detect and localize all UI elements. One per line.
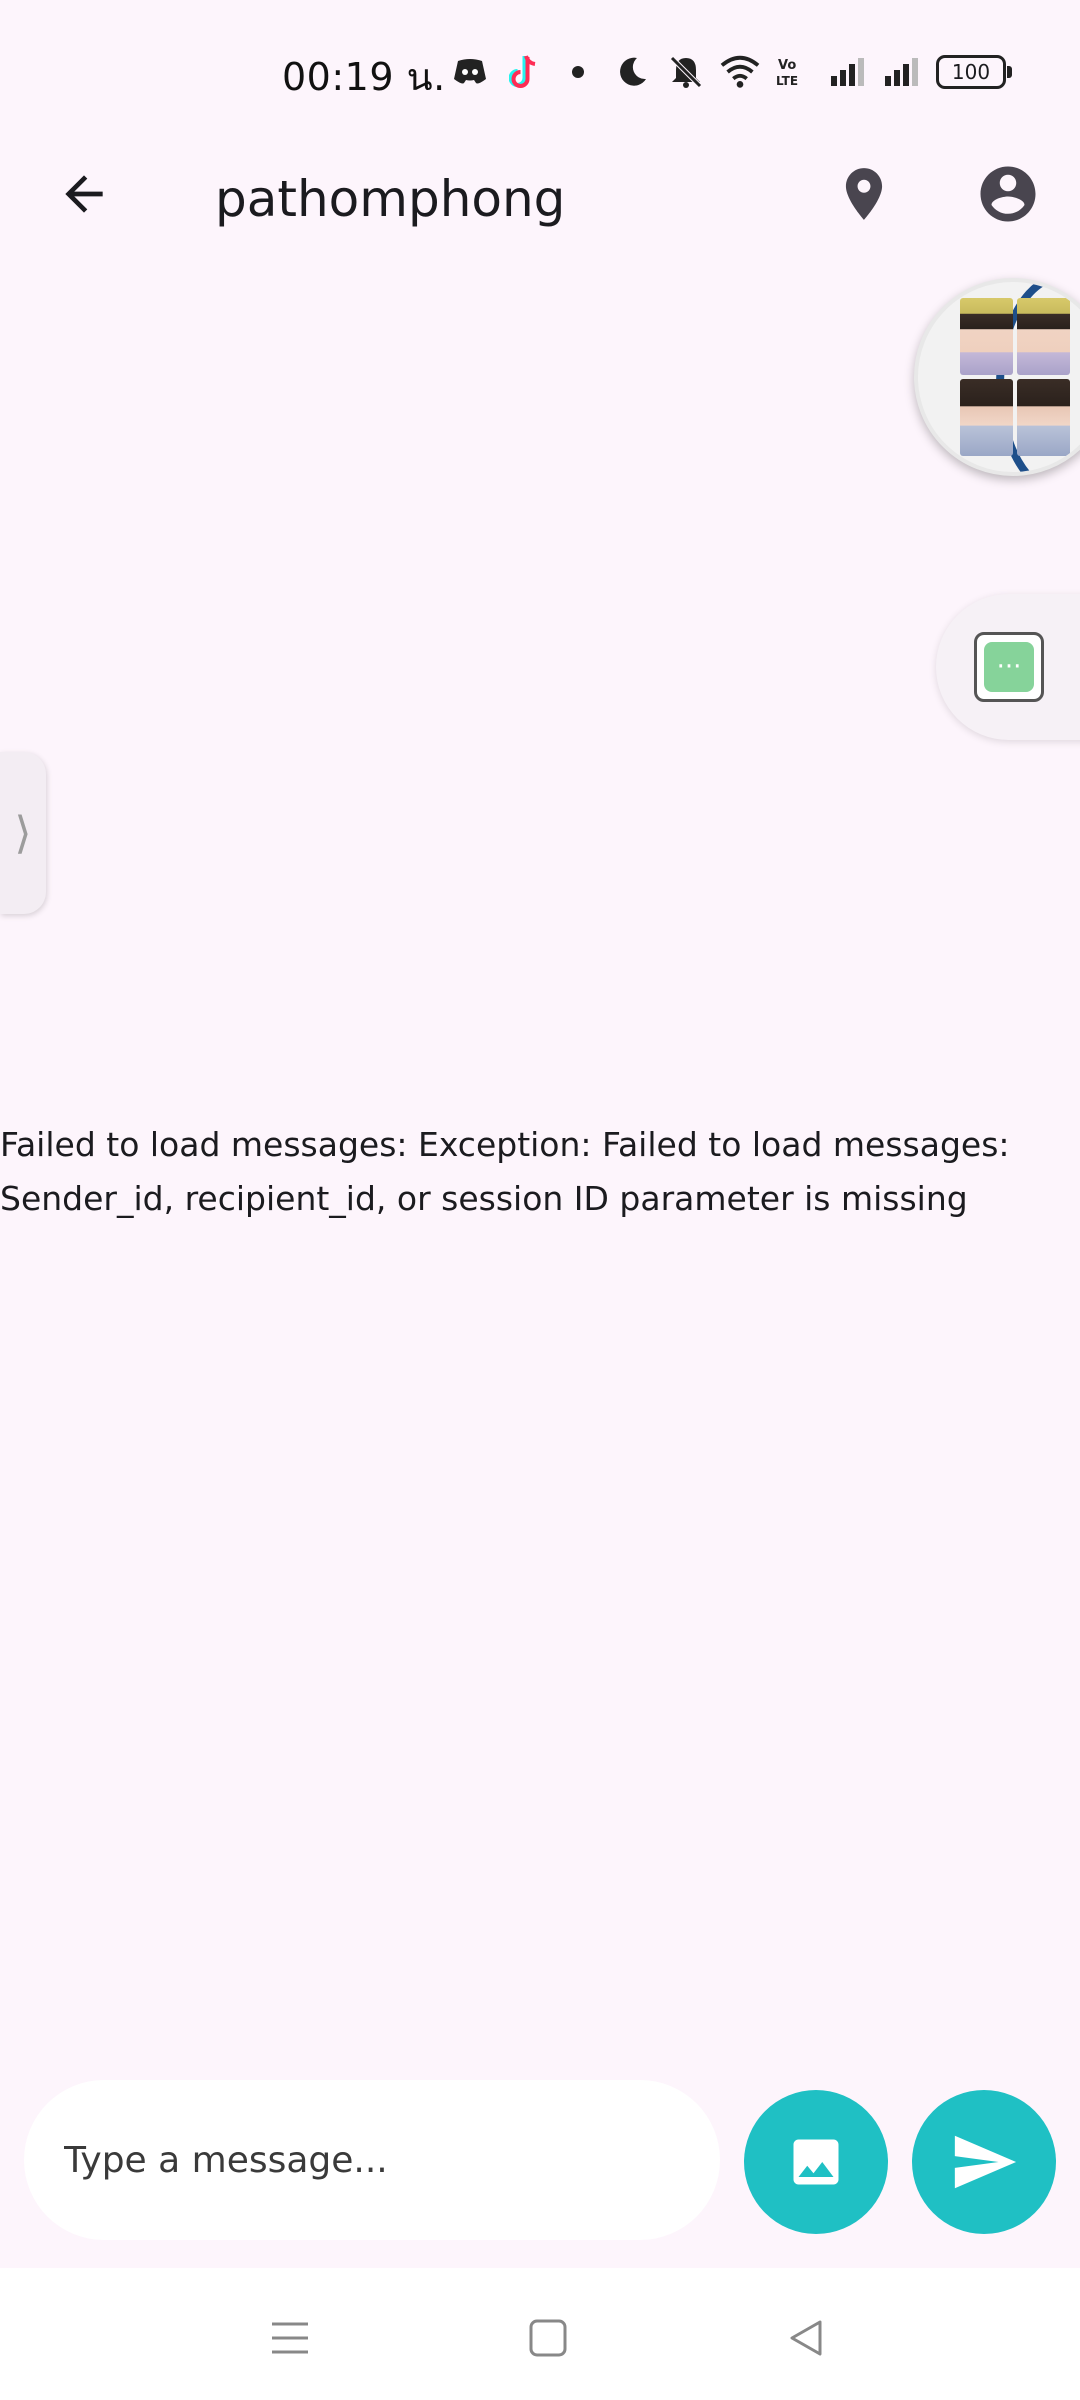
floating-avatar-bubble[interactable] (914, 278, 1080, 476)
wifi-icon (720, 52, 760, 92)
system-nav-bar (0, 2268, 1080, 2400)
location-button[interactable] (824, 154, 904, 234)
home-square-icon (529, 2319, 567, 2357)
tiktok-icon (504, 52, 544, 92)
menu-icon (272, 2322, 308, 2354)
message-input-container (24, 2080, 720, 2240)
back-triangle-icon (790, 2320, 822, 2356)
avatar-photo (960, 298, 1070, 456)
message-input[interactable] (62, 2138, 686, 2182)
app-bar: pathomphong (0, 140, 1080, 250)
page-title: pathomphong (215, 170, 566, 228)
photo-cell (1017, 298, 1070, 375)
moon-icon (612, 52, 652, 92)
account-circle-icon (980, 166, 1036, 222)
signal-icon (828, 52, 868, 92)
bell-off-icon (666, 52, 706, 92)
status-icons: Vo LTE 100 (450, 48, 1012, 96)
attach-image-button[interactable] (744, 2090, 888, 2234)
svg-text:LTE: LTE (776, 74, 798, 88)
chat-dots: ··· (984, 642, 1034, 692)
photo-cell (960, 379, 1013, 456)
send-button[interactable] (912, 2090, 1056, 2234)
chat-screen: 00:19 น. Vo LTE 100 pathomphong ··· ⟩ Fa… (0, 0, 1080, 2400)
recent-apps-button[interactable] (250, 2298, 330, 2378)
chat-bubble-icon: ··· (974, 632, 1044, 702)
status-time: 00:19 น. (282, 55, 446, 99)
error-message: Failed to load messages: Exception: Fail… (0, 1125, 1010, 1218)
battery-icon: 100 (936, 55, 1012, 89)
signal-icon (882, 52, 922, 92)
back-arrow-icon (65, 175, 103, 213)
system-back-button[interactable] (766, 2298, 846, 2378)
photo-cell (1017, 379, 1070, 456)
profile-button[interactable] (968, 154, 1048, 234)
dot-icon (558, 52, 598, 92)
location-pin-icon (845, 168, 883, 220)
edge-panel-handle[interactable]: ⟩ (0, 752, 46, 914)
back-button[interactable] (44, 154, 124, 234)
image-icon (793, 2139, 839, 2185)
svg-text:Vo: Vo (778, 58, 796, 73)
volte-icon: Vo LTE (774, 52, 814, 92)
send-icon (954, 2135, 1017, 2189)
status-bar: 00:19 น. Vo LTE 100 (0, 0, 1080, 140)
photo-cell (960, 298, 1013, 375)
floating-chat-button[interactable]: ··· (936, 594, 1080, 740)
home-button[interactable] (508, 2298, 588, 2378)
discord-icon (450, 52, 490, 92)
